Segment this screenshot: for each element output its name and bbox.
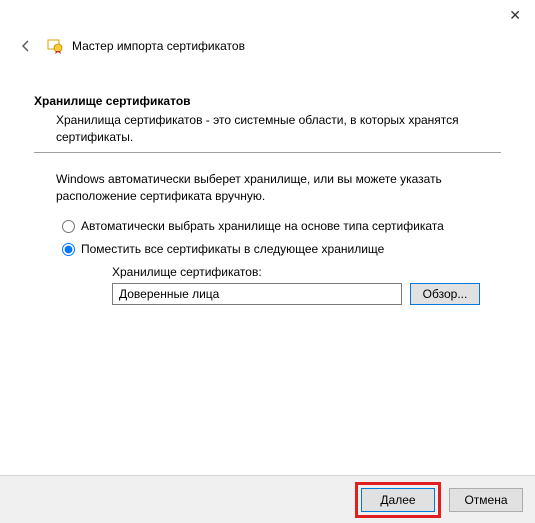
store-block: Хранилище сертификатов: Обзор... xyxy=(112,265,501,305)
radio-auto-select[interactable]: Автоматически выбрать хранилище на основ… xyxy=(62,219,501,233)
store-field-label: Хранилище сертификатов: xyxy=(112,265,501,279)
store-radio-group: Автоматически выбрать хранилище на основ… xyxy=(62,219,501,305)
radio-manual-input[interactable] xyxy=(62,243,75,256)
cancel-button[interactable]: Отмена xyxy=(449,488,523,512)
titlebar: ✕ xyxy=(0,0,535,30)
footer-bar: Далее Отмена xyxy=(0,475,535,523)
divider xyxy=(34,152,501,153)
section-heading: Хранилище сертификатов xyxy=(34,94,501,108)
radio-auto-input[interactable] xyxy=(62,220,75,233)
intro-text: Windows автоматически выберет хранилище,… xyxy=(56,171,501,206)
section-description: Хранилища сертификатов - это системные о… xyxy=(56,112,501,146)
store-row: Обзор... xyxy=(112,283,501,305)
next-button[interactable]: Далее xyxy=(361,488,435,512)
back-arrow-icon[interactable] xyxy=(16,36,36,56)
radio-manual-select[interactable]: Поместить все сертификаты в следующее хр… xyxy=(62,242,501,256)
browse-button[interactable]: Обзор... xyxy=(410,283,480,305)
wizard-title: Мастер импорта сертификатов xyxy=(72,39,245,53)
content-area: Хранилище сертификатов Хранилища сертифи… xyxy=(0,64,535,305)
radio-manual-label: Поместить все сертификаты в следующее хр… xyxy=(81,242,384,256)
certificate-wizard-icon xyxy=(46,37,64,55)
store-input[interactable] xyxy=(112,283,402,305)
radio-auto-label: Автоматически выбрать хранилище на основ… xyxy=(81,219,444,233)
close-icon[interactable]: ✕ xyxy=(509,7,521,24)
wizard-header: Мастер импорта сертификатов xyxy=(0,30,535,64)
next-button-highlight: Далее xyxy=(355,482,441,518)
